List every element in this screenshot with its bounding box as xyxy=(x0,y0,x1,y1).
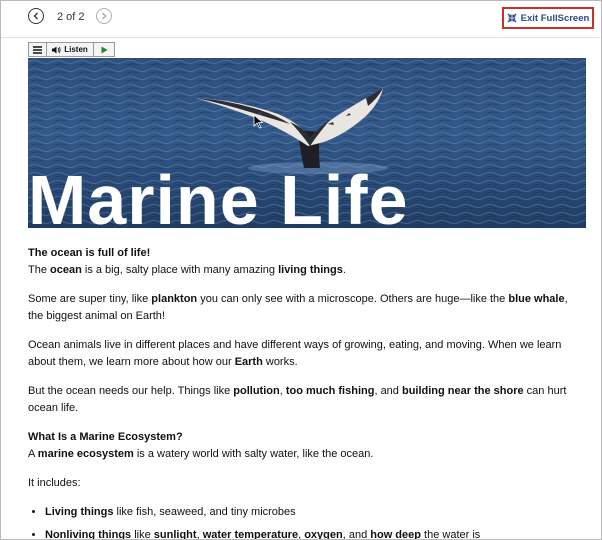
hero-title: Marine Life xyxy=(28,161,409,228)
previous-page-button[interactable] xyxy=(28,8,44,24)
speaker-icon xyxy=(52,46,61,53)
mouse-cursor-icon xyxy=(253,114,264,129)
exit-fullscreen-icon xyxy=(507,13,517,23)
intro-heading: The ocean is full of life! xyxy=(28,247,151,259)
intro-paragraph: The ocean is full of life! The ocean is … xyxy=(28,247,346,276)
play-icon xyxy=(101,46,107,53)
chevron-left-icon xyxy=(33,12,38,20)
ecosystem-paragraph: What Is a Marine Ecosystem? A marine eco… xyxy=(28,431,374,460)
paragraph-earth: Ocean animals live in different places a… xyxy=(28,339,562,368)
chevron-right-icon xyxy=(102,12,107,20)
next-page-button[interactable] xyxy=(96,8,112,24)
hamburger-menu-icon xyxy=(33,45,42,54)
paragraph-threats: But the ocean needs our help. Things lik… xyxy=(28,385,567,414)
listen-label: Listen xyxy=(64,45,88,54)
exit-fullscreen-button[interactable]: Exit FullScreen xyxy=(502,7,594,29)
listen-button[interactable]: Listen xyxy=(47,43,94,56)
ecosystem-heading: What Is a Marine Ecosystem? xyxy=(28,431,183,443)
top-toolbar: 2 of 2 Exit FullScreen xyxy=(1,1,601,38)
readspeaker-menu-button[interactable] xyxy=(29,43,47,56)
play-button[interactable] xyxy=(94,43,114,56)
includes-text: It includes: xyxy=(28,477,81,489)
exit-fullscreen-label: Exit FullScreen xyxy=(520,12,590,24)
list-item: Living things like fish, seaweed, and ti… xyxy=(45,504,580,521)
paragraph-plankton: Some are super tiny, like plankton you c… xyxy=(28,293,568,322)
page-indicator: 2 of 2 xyxy=(57,11,85,23)
list-item: Nonliving things like sunlight, water te… xyxy=(45,527,580,539)
reader-frame: 2 of 2 Exit FullScreen Listen Marine Lif… xyxy=(0,0,602,540)
includes-list: Living things like fish, seaweed, and ti… xyxy=(28,504,580,539)
article-body: The ocean is full of life! The ocean is … xyxy=(28,245,580,539)
readspeaker-toolbar: Listen xyxy=(28,42,115,57)
hero-image: Marine Life xyxy=(28,58,586,228)
